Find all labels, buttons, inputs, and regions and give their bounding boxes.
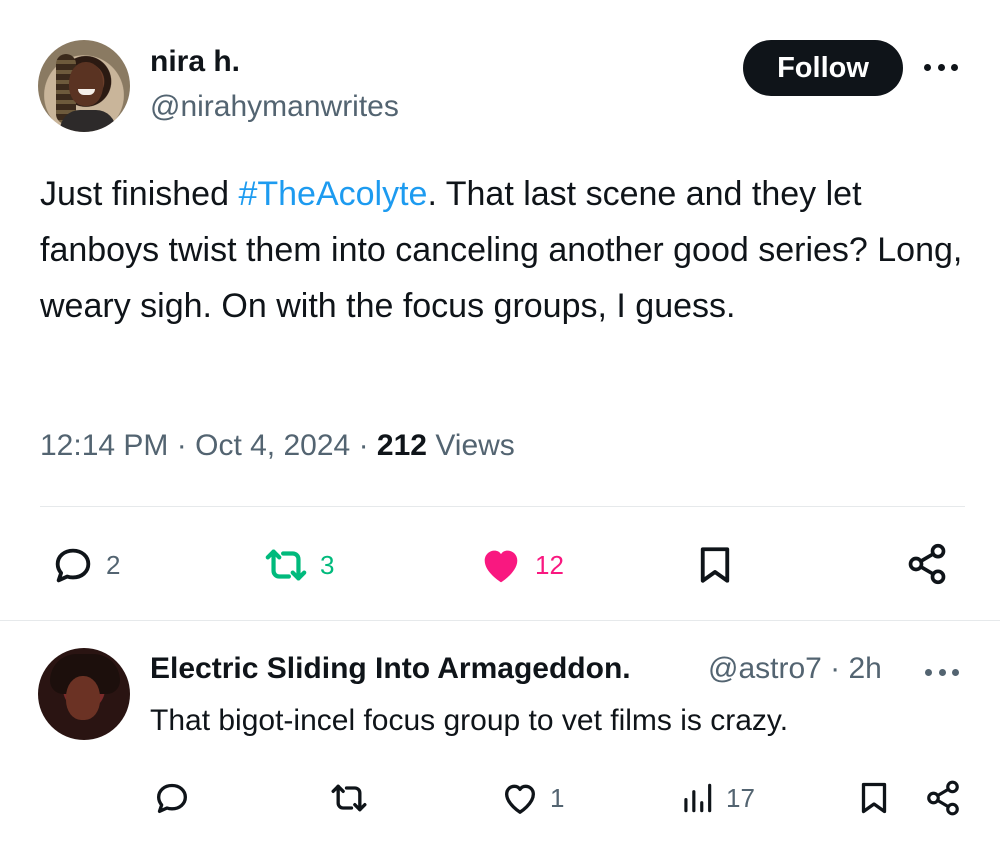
tweet-meta: 12:14 PM · Oct 4, 2024 · 212 Views — [40, 424, 515, 468]
repost-icon — [331, 784, 367, 812]
reply-views-button[interactable]: 17 — [678, 778, 755, 818]
tweet-text-start: Just finished — [40, 175, 239, 213]
hashtag-link[interactable]: #TheAcolyte — [238, 175, 427, 213]
share-icon — [927, 780, 959, 816]
reply-author-display-name[interactable]: Electric Sliding Into Armageddon. — [150, 651, 631, 687]
more-dot — [924, 63, 931, 71]
reply-reply-button[interactable] — [152, 778, 192, 818]
avatar-face — [69, 62, 103, 106]
more-dot — [937, 63, 945, 71]
bookmark-icon — [700, 547, 730, 583]
more-dot — [925, 668, 932, 676]
tweet-date[interactable]: Oct 4, 2024 — [195, 429, 350, 462]
reply-views-count: 17 — [726, 783, 755, 813]
tweet-text: Just finished #TheAcolyte. That last sce… — [40, 166, 975, 334]
bookmark-icon — [861, 782, 887, 814]
reply-share-button[interactable] — [924, 778, 962, 818]
more-dot — [938, 668, 946, 676]
heart-icon — [484, 550, 518, 583]
tweet-time[interactable]: 12:14 PM — [40, 429, 168, 462]
reply-icon — [55, 548, 91, 583]
reply-author-handle-time[interactable]: @astro7 · 2h — [708, 651, 882, 687]
avatar-shirt — [60, 110, 116, 132]
follow-button[interactable]: Follow — [743, 40, 903, 96]
avatar-face — [66, 676, 100, 720]
like-button[interactable]: 12 — [477, 542, 564, 588]
meta-separator: · — [358, 429, 369, 462]
share-button[interactable] — [905, 540, 949, 588]
repost-icon — [265, 549, 307, 581]
reply-like-count: 1 — [550, 783, 565, 813]
more-icon[interactable] — [925, 666, 959, 678]
views-count: 212 — [376, 429, 427, 462]
author-display-name[interactable]: nira h. — [150, 44, 240, 80]
views-icon — [684, 783, 712, 813]
author-handle[interactable]: @nirahymanwrites — [150, 89, 399, 125]
reply-repost-button[interactable] — [328, 778, 370, 818]
more-dot — [951, 63, 958, 71]
heart-icon — [505, 784, 535, 814]
divider — [40, 506, 965, 507]
reply-count: 2 — [106, 550, 121, 580]
more-icon[interactable] — [924, 61, 958, 73]
meta-separator: · — [176, 429, 187, 462]
bookmark-button[interactable] — [694, 542, 736, 588]
share-icon — [908, 543, 946, 585]
more-dot — [952, 668, 959, 676]
divider — [0, 620, 1000, 621]
views-label: Views — [435, 429, 515, 462]
reply-text: That bigot-incel focus group to vet film… — [150, 704, 789, 737]
reply-icon — [157, 783, 187, 813]
reply-button[interactable]: 2 — [50, 542, 120, 588]
repost-button[interactable]: 3 — [262, 542, 334, 588]
reply-like-button[interactable]: 1 — [500, 778, 564, 818]
repost-count: 3 — [320, 550, 335, 580]
reply-bookmark-button[interactable] — [856, 778, 892, 818]
reply-author-avatar[interactable] — [38, 648, 130, 740]
author-avatar[interactable] — [38, 40, 130, 132]
like-count: 12 — [535, 550, 564, 580]
